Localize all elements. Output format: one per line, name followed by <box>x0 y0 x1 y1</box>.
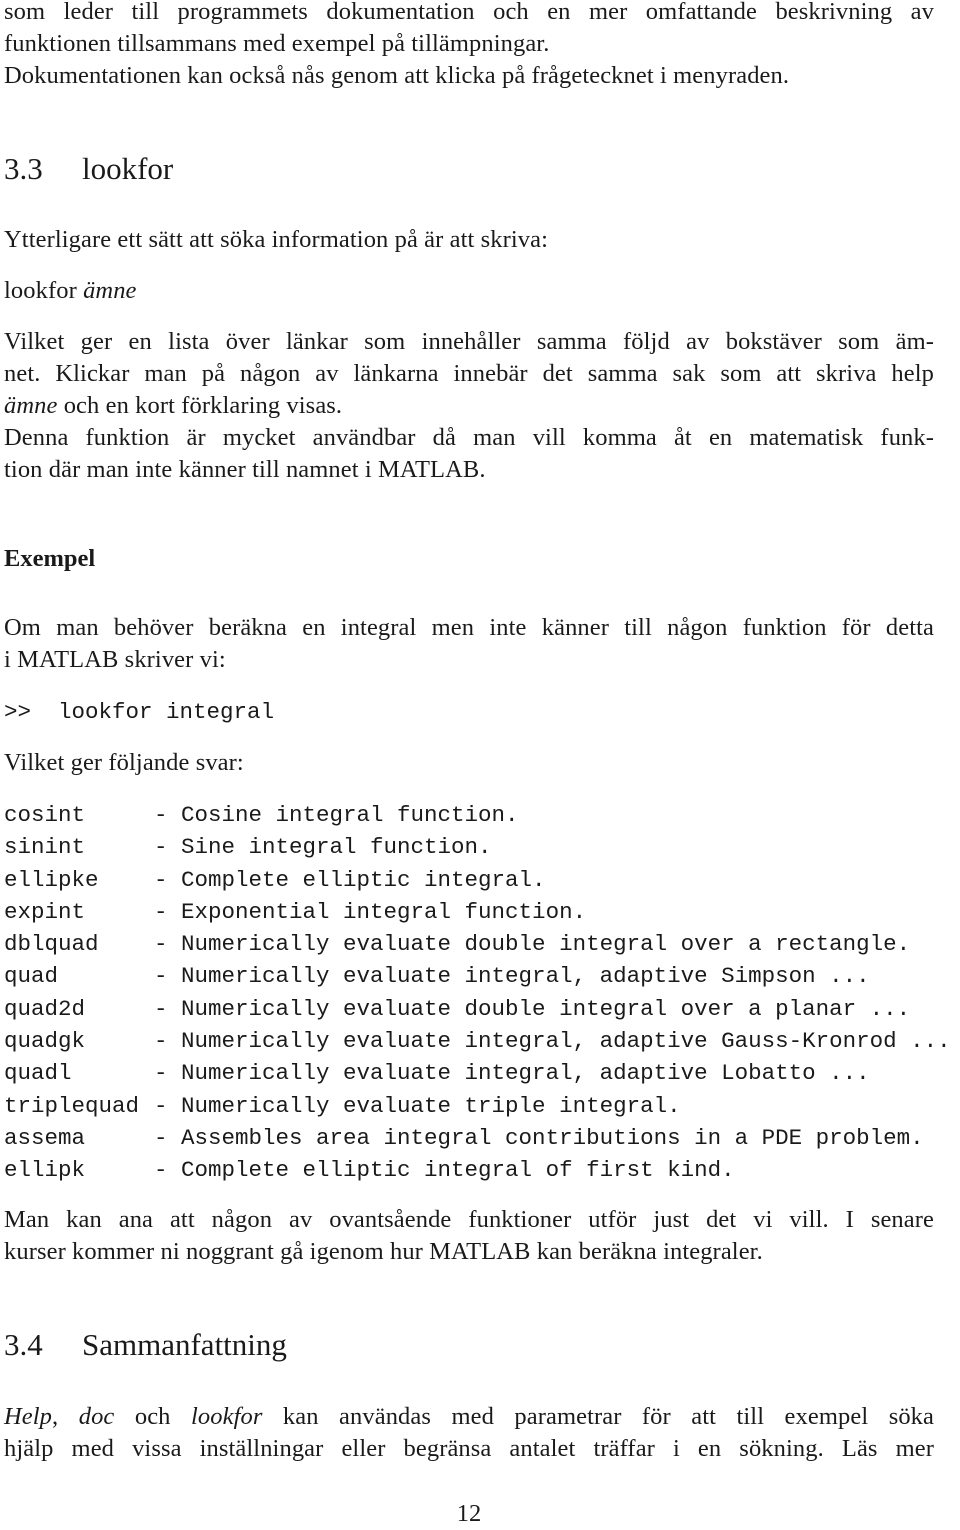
lookfor-syntax-line: lookfor ämne <box>4 275 934 307</box>
function-name: sinint <box>4 834 86 861</box>
function-description: - Cosine integral function. <box>154 802 519 828</box>
summary-paragraph: Help, doc och lookfor kan användas med p… <box>4 1401 934 1465</box>
example-heading: Exempel <box>4 545 96 572</box>
function-name: assema <box>4 1124 86 1151</box>
result-row: sinint - Sine integral function. <box>4 831 951 863</box>
function-name: cosint <box>4 802 86 828</box>
example-intro: Om man behöver beräkna en integral men i… <box>4 612 934 676</box>
result-intro: Vilket ger följande svar: <box>4 747 934 779</box>
term-lookfor: lookfor <box>190 1403 263 1430</box>
lookfor-syntax: lookfor ämne <box>4 275 934 307</box>
result-row: quad2d - Numerically evaluate double inte… <box>4 993 951 1025</box>
function-name: dblquad <box>4 931 99 958</box>
example-intro-line: Om man behöver beräkna en integral men i… <box>4 614 934 641</box>
result-row: ellipke - Complete elliptic integral. <box>4 864 951 896</box>
command-text: lookfor integral <box>58 699 275 725</box>
function-description: - Sine integral function. <box>154 834 492 861</box>
result-row: dblquad - Numerically evaluate double int… <box>4 928 951 960</box>
command-prompt: >> <box>4 699 32 725</box>
function-name: quadl <box>4 1060 72 1087</box>
section-number: 3.3 <box>4 151 43 186</box>
function-name: ellipke <box>4 866 99 893</box>
lookfor-intro-text: Ytterligare ett sätt att söka informatio… <box>4 226 549 253</box>
function-description: - Assembles area integral contributions … <box>154 1124 924 1151</box>
function-name: expint <box>4 898 86 925</box>
function-description: - Numerically evaluate integral, adaptiv… <box>154 963 870 990</box>
description-line: net. Klickar man på någon av länkarna in… <box>4 360 934 387</box>
result-row: expint - Exponential integral function. <box>4 896 951 928</box>
conclusion-line: kurser kommer ni noggrant gå igenom hur … <box>4 1238 763 1265</box>
result-row: triplequad - Numerically evaluate triple … <box>4 1090 951 1122</box>
intro-line: som leder till programmets dokumentation… <box>4 0 934 25</box>
section-heading-3-4: 3.4 Sammanfattning <box>4 1327 287 1363</box>
example-intro-line: i MATLAB skriver vi: <box>4 646 226 673</box>
intro-line: Dokumentationen kan också nås genom att … <box>4 62 790 89</box>
result-row: quad - Numerically evaluate integral, ada… <box>4 960 951 992</box>
summary-line: hjälp med vissa inställningar eller begr… <box>4 1435 934 1462</box>
section-title: lookfor <box>82 151 174 186</box>
result-row: quadl - Numerically evaluate integral, ad… <box>4 1057 951 1089</box>
description-line-rest: och en kort förklaring visas. <box>57 392 343 419</box>
function-name: triplequad <box>4 1092 140 1119</box>
function-description: - Exponential integral function. <box>154 898 587 925</box>
section-number: 3.4 <box>4 1327 43 1362</box>
result-row: assema - Assembles area integral contribu… <box>4 1122 951 1154</box>
function-description: - Complete elliptic integral. <box>154 866 546 893</box>
description-line: Denna funktion är mycket användbar då ma… <box>4 424 934 451</box>
conclusion-line: Man kan ana att någon av ovantsående fun… <box>4 1206 934 1233</box>
result-row: ellipk - Complete elliptic integral of fi… <box>4 1154 951 1186</box>
description-argument: ämne <box>4 392 58 419</box>
separator: och <box>114 1403 191 1430</box>
syntax-command: lookfor <box>4 277 77 304</box>
function-name: quadgk <box>4 1028 86 1055</box>
function-description: - Complete elliptic integral of first ki… <box>154 1157 735 1184</box>
function-description: - Numerically evaluate triple integral. <box>154 1092 681 1119</box>
example-conclusion: Man kan ana att någon av ovantsående fun… <box>4 1204 934 1268</box>
function-name: quad <box>4 963 59 990</box>
section-title: Sammanfattning <box>82 1327 287 1362</box>
function-name: ellipk <box>4 1157 86 1184</box>
function-description: - Numerically evaluate integral, adaptiv… <box>154 1060 870 1087</box>
lookfor-intro: Ytterligare ett sätt att söka informatio… <box>4 224 934 256</box>
intro-line: funktionen tillsammans med exempel på ti… <box>4 30 550 57</box>
section-heading-3-3: 3.3 lookfor <box>4 151 173 187</box>
function-description: - Numerically evaluate double integral o… <box>154 995 911 1022</box>
summary-line: Help, doc och lookfor kan användas med p… <box>4 1401 934 1433</box>
result-row: quadgk - Numerically evaluate integral, a… <box>4 1025 951 1057</box>
lookfor-results-list: cosint - Cosine integral function. sinint… <box>4 799 951 1187</box>
function-name: quad2d <box>4 995 86 1022</box>
term-help: Help <box>4 1403 53 1430</box>
summary-line-rest: kan användas med parametrar för att till… <box>262 1403 934 1430</box>
command-line: >> lookfor integral <box>4 696 274 728</box>
term-doc: doc <box>78 1403 115 1430</box>
lookfor-description: Vilket ger en lista över länkar som inne… <box>4 326 934 486</box>
result-row: cosint - Cosine integral function. <box>4 799 951 831</box>
description-line: ämne och en kort förklaring visas. <box>4 390 934 422</box>
page-number: 12 <box>456 1500 482 1527</box>
description-line: Vilket ger en lista över länkar som inne… <box>4 328 934 355</box>
syntax-argument: ämne <box>83 277 137 304</box>
separator: , <box>52 1403 79 1430</box>
intro-paragraph: som leder till programmets dokumentation… <box>4 0 934 92</box>
function-description: - Numerically evaluate integral, adaptiv… <box>154 1028 951 1055</box>
description-line: tion där man inte känner till namnet i M… <box>4 456 486 483</box>
function-description: - Numerically evaluate double integral o… <box>154 931 911 958</box>
result-intro-text: Vilket ger följande svar: <box>4 749 244 776</box>
